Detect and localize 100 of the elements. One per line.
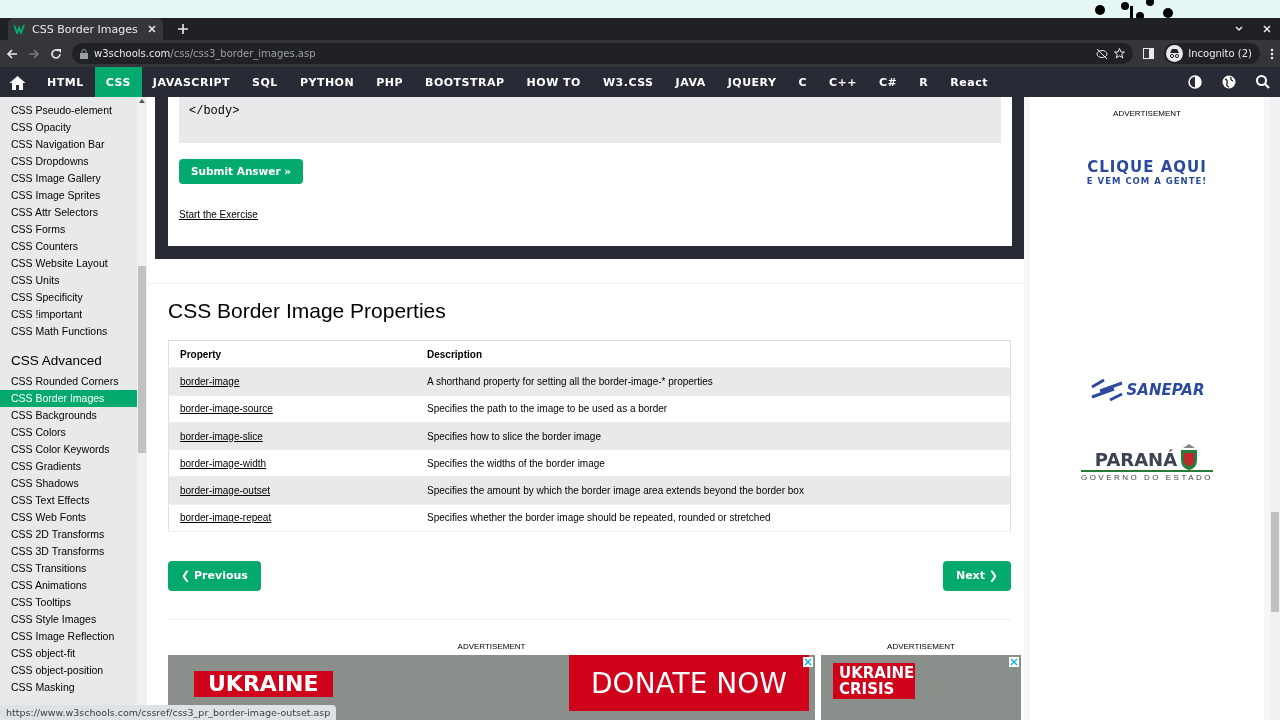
sidebar-link[interactable]: CSS Rounded Corners (0, 373, 137, 390)
sidebar-link[interactable]: CSS Counters (0, 238, 137, 255)
sidebar-link[interactable]: CSS Attr Selectors (0, 204, 137, 221)
forward-arrow-icon[interactable] (28, 47, 40, 60)
sidebar-link[interactable]: CSS Gradients (0, 458, 137, 475)
wave-logo-icon (1089, 378, 1124, 402)
sidebar-link[interactable]: CSS Web Fonts (0, 509, 137, 526)
sidebar-link[interactable]: CSS Dropdowns (0, 153, 137, 170)
ad-label: ADVERTISEMENT (457, 642, 526, 652)
eye-slash-icon[interactable] (1096, 48, 1109, 59)
table-cell: Specifies how to slice the border image (416, 422, 1011, 450)
property-link[interactable]: border-image-slice (180, 430, 263, 442)
property-link[interactable]: border-image-repeat (180, 512, 272, 524)
scrollbar[interactable] (138, 266, 146, 453)
banner-headline: UKRAINE (194, 671, 333, 698)
reload-icon[interactable] (50, 47, 62, 60)
nav-tab[interactable]: JAVA (664, 67, 717, 97)
property-link[interactable]: border-image-source (180, 403, 273, 415)
sidebar-link[interactable]: CSS Tooltips (0, 594, 137, 611)
close-icon[interactable] (1262, 24, 1272, 34)
sidebar-link[interactable]: CSS Opacity (0, 119, 137, 136)
ad-banner[interactable]: UKRAINE CRISIS (821, 655, 1021, 720)
ad-subline: E VEM COM A GENTE! (1086, 176, 1208, 186)
state-name: PARANÁ (1094, 449, 1178, 470)
scrollbar[interactable] (1271, 512, 1279, 612)
ad-headline: CLIQUE AQUI (1087, 158, 1207, 176)
column-header: Property (168, 340, 416, 368)
sidebar-link[interactable]: CSS 3D Transforms (0, 543, 137, 560)
sidebar-link[interactable]: CSS Image Sprites (0, 187, 137, 204)
sidebar-link[interactable]: CSS object-position (0, 662, 137, 679)
home-icon[interactable] (9, 74, 26, 90)
nav-tab[interactable]: PHP (365, 67, 414, 97)
sidebar-link[interactable]: CSS Color Keywords (0, 441, 137, 458)
profile-button[interactable]: Incognito (2) (1164, 43, 1260, 64)
section-title: CSS Border Image Properties (168, 299, 447, 323)
ad-label: ADVERTISEMENT (1113, 109, 1181, 118)
globe-icon[interactable] (1222, 75, 1236, 89)
nav-tab[interactable]: SQL (241, 67, 289, 97)
property-link[interactable]: border-image-outset (180, 485, 271, 497)
nav-tab[interactable]: BOOTSTRAP (414, 67, 516, 97)
sidebar-link[interactable]: CSS Pseudo-element (0, 102, 137, 119)
w3-logo-icon (14, 24, 26, 34)
sidebar-link[interactable]: CSS Backgrounds (0, 407, 137, 424)
kebab-menu-icon[interactable] (1270, 47, 1274, 60)
nav-tab[interactable]: HOW TO (515, 67, 592, 97)
table-cell: Specifies the widths of the border image (416, 449, 1011, 477)
start-exercise-link[interactable]: Start the Exercise (179, 209, 258, 220)
coat-of-arms-icon (1179, 444, 1200, 470)
nav-tab[interactable]: C (787, 67, 818, 97)
sidebar-link[interactable]: CSS Colors (0, 424, 137, 441)
table-cell: A shorthand property for setting all the border-image-* properties (416, 367, 1011, 396)
sidebar-link[interactable]: CSS Style Images (0, 611, 137, 628)
sidebar-link[interactable]: CSS Image Gallery (0, 170, 137, 187)
search-icon[interactable] (1256, 75, 1270, 89)
sidebar-link[interactable]: CSS Forms (0, 221, 137, 238)
sidebar-link[interactable]: CSS Math Functions (0, 323, 137, 340)
sidebar-link[interactable]: CSS Navigation Bar (0, 136, 137, 153)
nav-tab[interactable]: W3.CSS (591, 67, 665, 97)
nav-tab[interactable]: R (908, 67, 940, 97)
nav-tab[interactable]: C++ (818, 67, 868, 97)
sidebar-link[interactable]: CSS Masking (0, 679, 137, 696)
nav-tab[interactable]: C# (868, 67, 909, 97)
sidebar-link[interactable]: CSS Units (0, 272, 137, 289)
nav-tab[interactable]: HTML (36, 67, 95, 97)
star-icon[interactable] (1114, 48, 1126, 59)
sidebar-link[interactable]: CSS Shadows (0, 475, 137, 492)
table-cell: Specifies the amount by which the border image area extends beyond the border box (416, 477, 1011, 505)
sidebar-link[interactable]: CSS Animations (0, 577, 137, 594)
state-subline: GOVERNO DO ESTADO (1080, 470, 1214, 482)
donate-banner[interactable]: DONATE NOW (569, 655, 809, 712)
address-bar[interactable]: w3schools.com/css/css3_border_images.asp (72, 43, 1134, 64)
url-text: w3schools.com/css/css3_border_images.asp (94, 48, 316, 59)
close-icon[interactable] (147, 24, 157, 34)
browser-tab[interactable]: CSS Border Images (8, 18, 163, 40)
nav-tab[interactable]: React (939, 67, 999, 97)
sidebar-link[interactable]: CSS Specificity (0, 289, 137, 306)
lock-icon (80, 48, 88, 59)
sidebar-link[interactable]: CSS Transitions (0, 560, 137, 577)
sidebar-link[interactable]: CSS Image Reflection (0, 628, 137, 645)
back-arrow-icon[interactable] (6, 47, 18, 60)
sidebar-link[interactable]: CSS object-fit (0, 645, 137, 662)
sidebar-link[interactable]: CSS 2D Transforms (0, 526, 137, 543)
property-link[interactable]: border-image-width (180, 457, 267, 469)
nav-tab[interactable]: JQUERY (716, 67, 788, 97)
plus-icon[interactable] (177, 23, 189, 35)
code-line: </body> (189, 104, 240, 118)
contrast-icon[interactable] (1188, 75, 1202, 89)
nav-tab[interactable]: JAVASCRIPT (141, 67, 242, 97)
side-panel-icon[interactable] (1143, 48, 1155, 59)
nav-tab[interactable]: PYTHON (288, 67, 366, 97)
table-cell: Specifies whether the border image should be repeated, rounded or stretched (416, 504, 1011, 532)
scroll-up-icon[interactable] (139, 99, 145, 103)
sidebar-link[interactable]: CSS Website Layout (0, 255, 137, 272)
sidebar-link[interactable]: CSS Text Effects (0, 492, 137, 509)
incognito-icon (1166, 45, 1184, 62)
table-cell: Specifies the path to the image to be used as a border (416, 395, 1011, 423)
sidebar-heading: CSS Advanced (10, 352, 103, 370)
property-link[interactable]: border-image (180, 375, 240, 387)
sidebar-link[interactable]: CSS !important (0, 306, 137, 323)
chevron-down-icon[interactable] (1234, 24, 1244, 34)
